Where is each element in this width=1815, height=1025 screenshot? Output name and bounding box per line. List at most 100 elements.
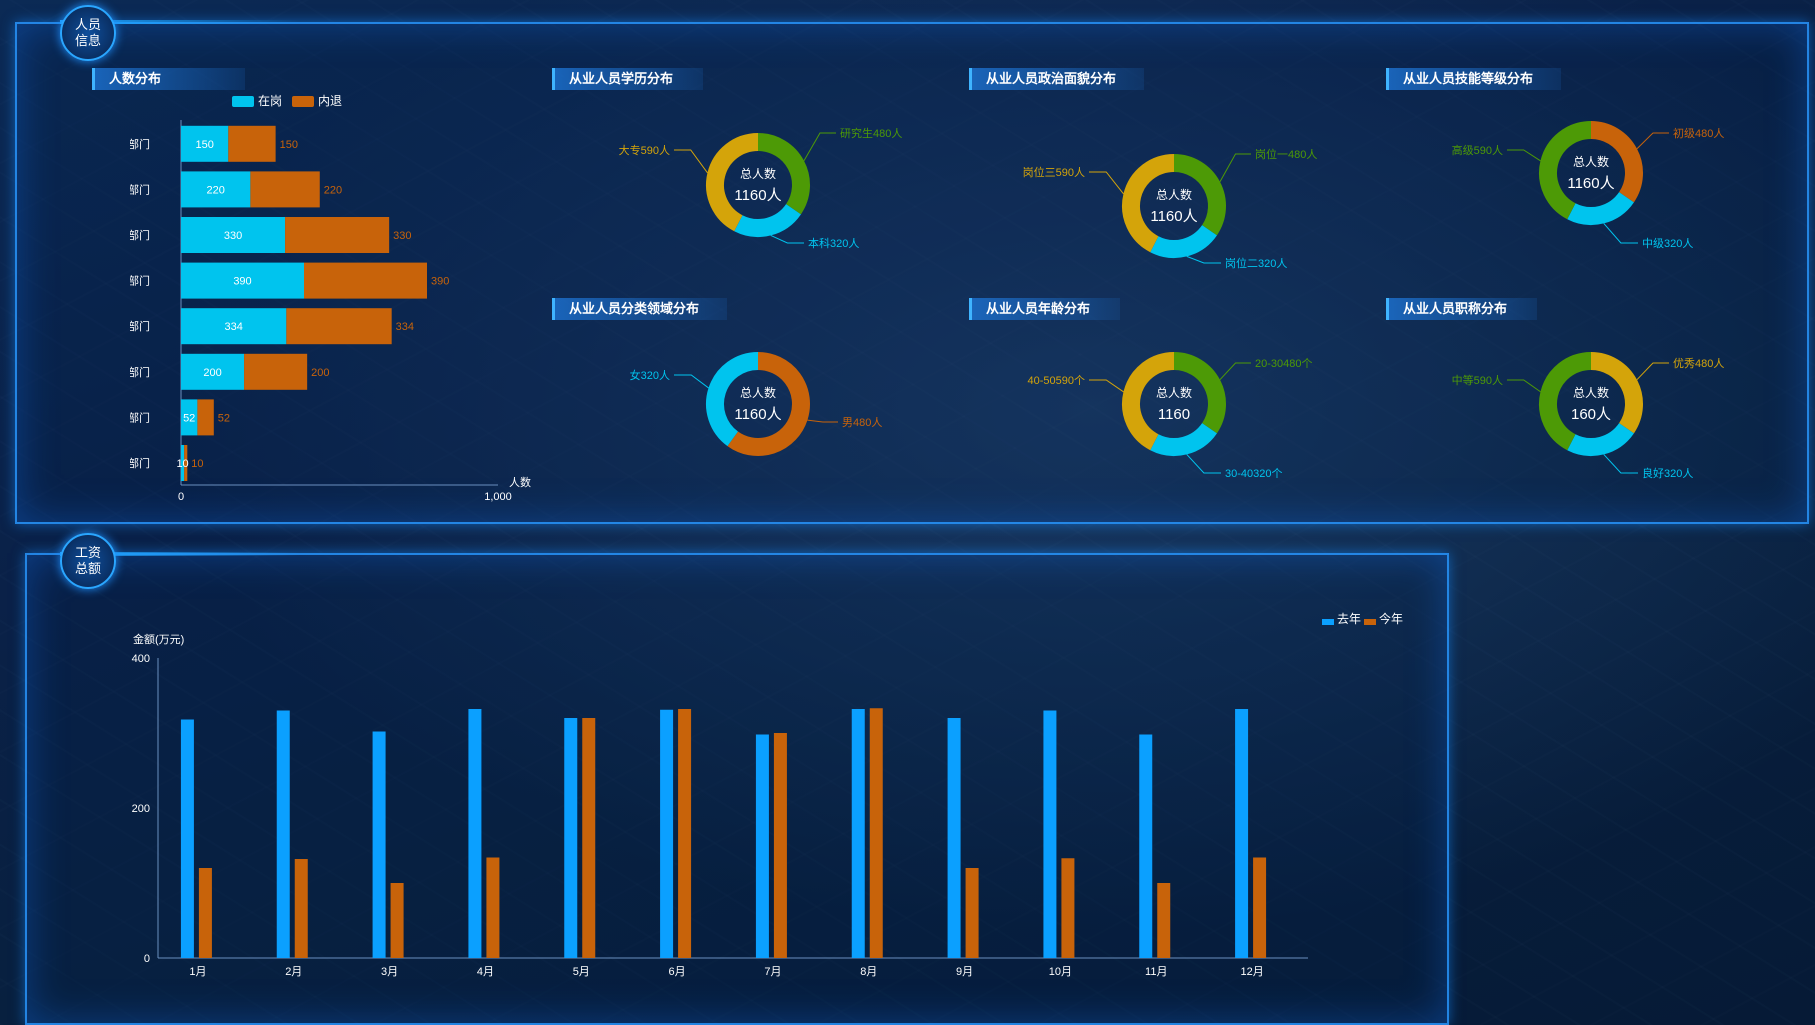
donut-segment-label: 优秀480人	[1673, 357, 1724, 370]
bar-lastyear	[276, 710, 290, 958]
x-tick-label: 10月	[1049, 966, 1072, 978]
legend-swatch-lastyear	[1322, 619, 1334, 625]
donut-center-value: 1160人	[1567, 175, 1614, 192]
x-tick-label: 11月	[1145, 966, 1167, 978]
donut-leader-line	[1603, 223, 1638, 244]
bar-lastyear	[468, 709, 482, 958]
donut-center-caption: 总人数	[740, 385, 776, 400]
bar-lastyear	[180, 719, 194, 958]
donut-segment-label: 岗位二320人	[1225, 256, 1287, 270]
donut-leader-line	[803, 132, 836, 161]
donut-segment-label: 男480人	[842, 416, 882, 429]
donut-segment	[1567, 422, 1634, 456]
donut-segment	[706, 133, 759, 232]
bar-thisyear	[1253, 857, 1267, 958]
bar-thisyear	[1061, 858, 1075, 958]
donut-leader-line	[770, 234, 804, 244]
donut-segment-label: 大专590人	[619, 143, 670, 157]
bar-thisyear	[486, 857, 500, 958]
y-tick-label: 0	[144, 953, 150, 965]
bar-thisyear	[390, 883, 404, 958]
donut-leader-line	[807, 419, 838, 423]
bar-lastyear	[851, 709, 865, 958]
legend-swatch-thisyear	[1364, 619, 1376, 625]
x-tick-label: 8月	[860, 966, 877, 978]
x-tick-label: 1月	[189, 966, 206, 978]
donut-segment-label: 30-40320个	[1225, 467, 1283, 480]
donut-segment	[1150, 224, 1217, 258]
donut-center-value: 1160人	[1150, 208, 1197, 225]
donut-center-caption: 总人数	[1573, 154, 1609, 169]
donut-leader-line	[1636, 132, 1669, 150]
bar-lastyear	[755, 734, 769, 958]
donut-center-caption: 总人数	[1573, 385, 1609, 400]
donut-segment-label: 岗位三590人	[1023, 165, 1085, 179]
donut-segment-label: 20-30480个	[1255, 357, 1313, 370]
y-axis-title: 金额(万元)	[133, 632, 184, 646]
donut-leader-line	[1636, 362, 1669, 381]
donut-segment-label: 研究生480人	[840, 126, 902, 140]
donut-segment-label: 岗位一480人	[1255, 147, 1317, 161]
donut-leader-line	[1219, 153, 1251, 182]
bar-thisyear	[773, 733, 787, 958]
bar-lastyear	[564, 718, 578, 958]
legend-label-thisyear: 今年	[1379, 611, 1403, 626]
x-tick-label: 9月	[956, 966, 973, 978]
donut-segment-label: 高级590人	[1452, 143, 1503, 157]
donut-leader-line	[1089, 171, 1124, 195]
donut-leader-line	[1603, 454, 1638, 474]
donut-leader-line	[674, 374, 709, 389]
y-tick-label: 200	[132, 803, 150, 815]
donut-segment-label: 初级480人	[1673, 126, 1724, 140]
donut-center-value: 160人	[1571, 406, 1611, 423]
bar-thisyear	[582, 718, 596, 958]
donut-center-caption: 总人数	[1156, 385, 1192, 400]
donut-charts: 研究生480人本科320人 大专590人总人数 1160人 岗位一480人岗位二320…	[619, 121, 1724, 480]
donut-leader-line	[1507, 149, 1541, 162]
legend-label-lastyear: 去年	[1337, 612, 1361, 626]
x-tick-label: 5月	[573, 966, 590, 978]
x-tick-label: 6月	[669, 966, 686, 978]
bar-thisyear	[678, 709, 692, 958]
donut-leader-line	[1089, 379, 1124, 393]
x-tick-label: 3月	[381, 966, 398, 978]
donut-segment	[1539, 121, 1592, 220]
x-tick-label: 2月	[285, 966, 302, 978]
donut-center-caption: 总人数	[1156, 187, 1192, 202]
donut-segment	[1122, 352, 1175, 451]
donut-leader-line	[1186, 255, 1221, 264]
donut-segment-label: 女320人	[630, 368, 670, 382]
donut-leader-line	[1507, 379, 1541, 393]
x-tick-label: 4月	[477, 966, 494, 978]
salary-badge: 工资总额	[60, 533, 116, 589]
salary-badge-label: 工资总额	[74, 545, 101, 576]
donut-segment	[1122, 154, 1175, 253]
donut-center-caption: 总人数	[740, 166, 776, 181]
bar-thisyear	[294, 859, 308, 958]
donut-leader-line	[1219, 362, 1251, 381]
donut-segment	[1150, 422, 1217, 456]
donut-segment-label: 40-50590个	[1028, 374, 1086, 387]
bar-lastyear	[372, 731, 386, 958]
donut-segment-label: 良好320人	[1642, 466, 1693, 480]
bar-thisyear	[1157, 883, 1171, 958]
bar-lastyear	[1139, 734, 1153, 958]
bar-thisyear	[198, 868, 212, 958]
donut-center-value: 1160	[1158, 406, 1190, 423]
donut-segment	[1539, 352, 1592, 451]
donut-segment-label: 中等590人	[1452, 373, 1503, 387]
donut-center-value: 1160人	[734, 187, 781, 204]
bar-thisyear	[869, 708, 883, 958]
x-tick-label: 7月	[764, 966, 781, 978]
donut-segment	[727, 352, 810, 456]
bar-lastyear	[1235, 709, 1249, 958]
bar-lastyear	[947, 718, 961, 958]
donut-leader-line	[674, 149, 708, 174]
donut-segment-label: 中级320人	[1642, 237, 1693, 250]
y-tick-label: 400	[132, 653, 150, 665]
donut-segment	[1567, 191, 1634, 225]
donut-center-value: 1160人	[734, 406, 781, 423]
bar-lastyear	[660, 709, 674, 958]
donut-segment-label: 本科320人	[808, 236, 859, 250]
donut-segment	[734, 203, 801, 237]
